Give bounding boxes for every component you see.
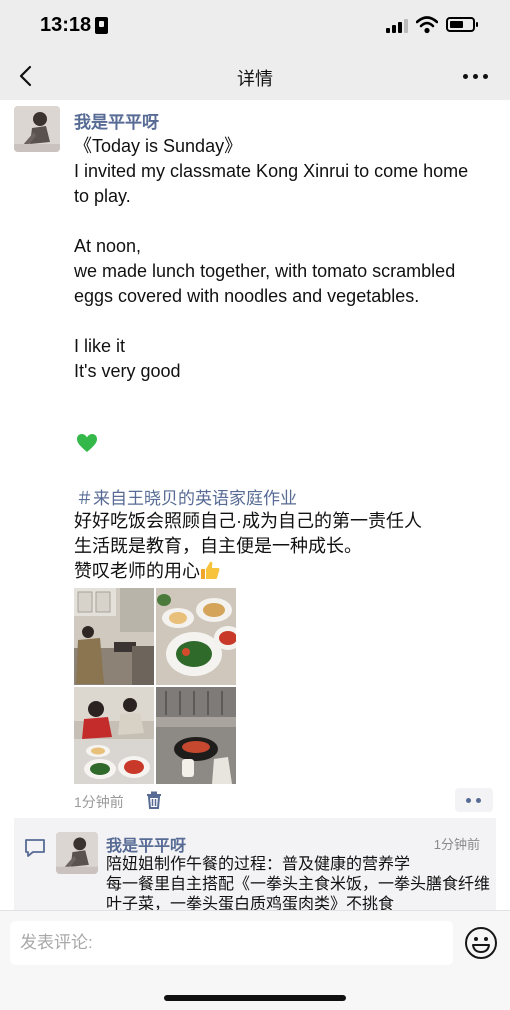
status-time: 13:18 — [40, 14, 92, 36]
wifi-icon — [416, 16, 438, 34]
like-comment-button[interactable] — [455, 788, 493, 812]
avatar-image — [14, 106, 60, 152]
home-indicator — [164, 995, 346, 1001]
green-heart-icon — [77, 434, 97, 452]
comment-author[interactable]: 我是平平呀 — [106, 832, 186, 856]
avatar-image — [56, 832, 98, 874]
comment-input-bar — [0, 910, 510, 1010]
comment-section: 我是平平呀 1分钟前 陪妞姐制作午餐的过程：普及健康的营养学 每一餐里自主搭配《… — [14, 818, 496, 910]
cellular-signal-icon — [386, 19, 410, 33]
more-options-button[interactable] — [460, 64, 492, 88]
post-text: 《Today is Sunday》 I invited my classmate… — [74, 136, 469, 381]
commenter-avatar[interactable] — [56, 832, 98, 874]
thumbs-up-icon — [201, 561, 220, 579]
stove-pan-photo[interactable] — [156, 687, 236, 784]
status-bar: 13:18 — [0, 0, 510, 52]
post-timestamp: 1分钟前 — [74, 794, 124, 810]
cn-line-2: 生活既是教育，自主便是一种成长。 — [74, 536, 362, 556]
orientation-lock-icon — [95, 17, 108, 34]
food-table-photo[interactable] — [156, 588, 236, 685]
post-author[interactable]: 我是平平呀 — [74, 108, 159, 133]
page-title: 详情 — [237, 69, 273, 89]
cn-line-3: 赞叹老师的用心 — [74, 561, 200, 581]
post-chinese-text: 好好吃饭会照顾自己·成为自己的第一责任人 生活既是教育，自主便是一种成长。 赞叹… — [74, 509, 494, 584]
comment-text: 陪妞姐制作午餐的过程：普及健康的营养学 每一餐里自主搭配《一拳头主食米饭，一拳头… — [106, 856, 491, 910]
moment-detail: 我是平平呀 《Today is Sunday》 I invited my cla… — [0, 100, 510, 910]
nav-bar: 详情 — [0, 52, 510, 100]
children-eating-photo[interactable] — [74, 687, 154, 784]
comment-input[interactable] — [10, 921, 453, 965]
cn-line-1: 好好吃饭会照顾自己·成为自己的第一责任人 — [74, 511, 422, 531]
comment-timestamp: 1分钟前 — [433, 837, 480, 852]
battery-icon — [446, 17, 478, 32]
delete-icon[interactable] — [146, 791, 162, 809]
emoji-icon[interactable] — [464, 926, 498, 960]
comment-icon — [25, 839, 45, 857]
hashtag-link[interactable]: ＃来自王晓贝的英语家庭作业 — [76, 484, 297, 509]
author-avatar[interactable] — [14, 106, 60, 152]
kitchen-cooking-photo[interactable] — [74, 588, 154, 685]
photo-grid — [74, 588, 236, 784]
